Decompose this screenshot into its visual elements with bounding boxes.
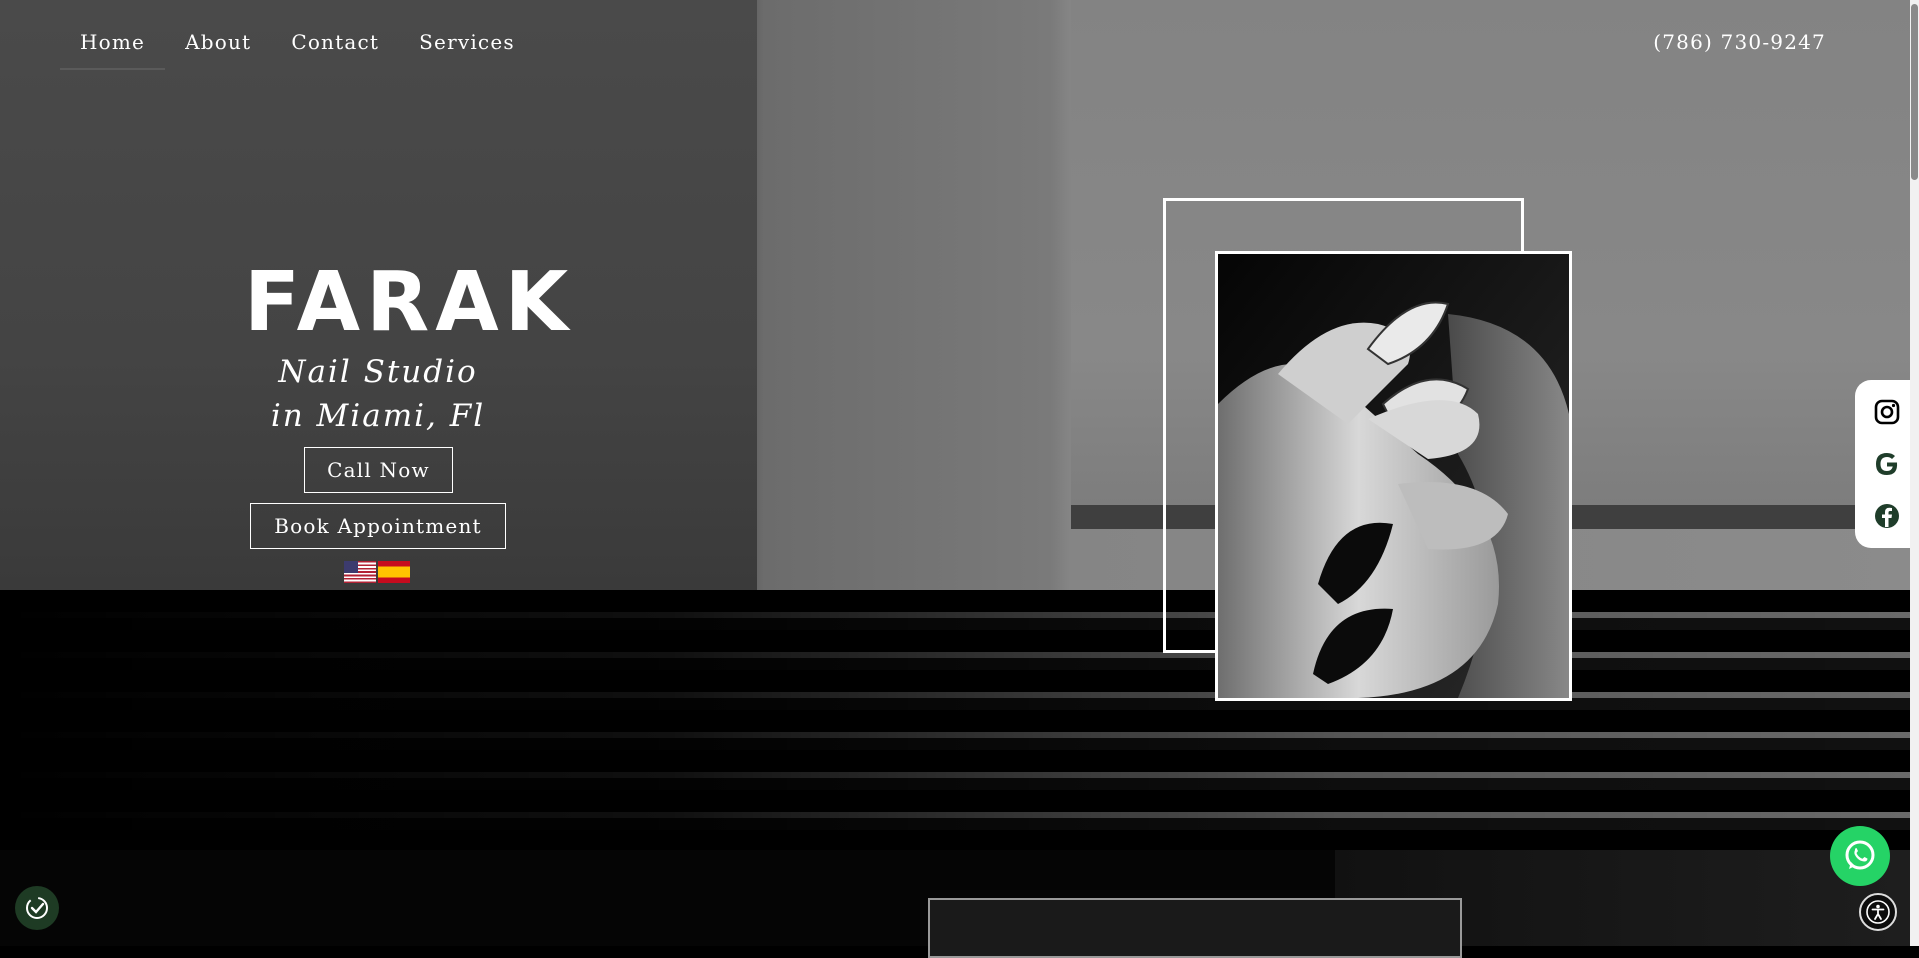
language-switcher xyxy=(344,561,410,583)
call-now-button[interactable]: Call Now xyxy=(304,447,453,493)
us-flag-icon[interactable] xyxy=(344,561,376,583)
tagline-line1: Nail Studio xyxy=(278,354,478,390)
nav-contact[interactable]: Contact xyxy=(271,26,399,70)
scrollbar-thumb[interactable] xyxy=(1911,4,1918,180)
nail-photo-illustration xyxy=(1218,254,1569,698)
hero-shade xyxy=(0,590,1910,850)
nav-services[interactable]: Services xyxy=(399,26,535,70)
spain-flag-icon[interactable] xyxy=(378,561,410,583)
accessibility-icon[interactable] xyxy=(1859,893,1897,931)
nav-home[interactable]: Home xyxy=(60,26,166,70)
whatsapp-icon[interactable] xyxy=(1830,826,1890,886)
nav-about[interactable]: About xyxy=(165,26,271,70)
phone-link[interactable]: (786) 730-9247 xyxy=(1653,30,1826,54)
facebook-icon[interactable] xyxy=(1872,501,1902,531)
instagram-icon[interactable] xyxy=(1872,397,1902,427)
google-icon[interactable] xyxy=(1872,449,1902,479)
main-nav: Home About Contact Services xyxy=(60,26,535,70)
book-appointment-button[interactable]: Book Appointment xyxy=(250,503,506,549)
tagline-line2: in Miami, Fl xyxy=(270,398,486,434)
nail-photo xyxy=(1215,251,1572,701)
brand-logo: FARAK xyxy=(244,255,575,350)
cookie-consent-icon[interactable] xyxy=(15,886,59,930)
next-section-photo-frame xyxy=(928,898,1462,958)
hero-section xyxy=(0,0,1910,946)
